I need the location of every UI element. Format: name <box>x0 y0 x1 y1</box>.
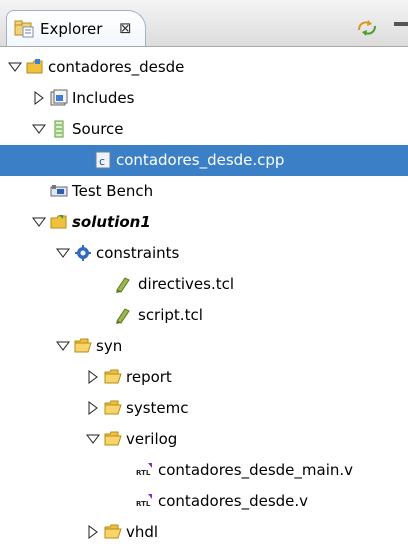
svg-text:RTL: RTL <box>136 469 151 477</box>
tree-item-label: report <box>126 368 172 386</box>
tree-item-test-bench[interactable]: Test Bench <box>0 176 408 207</box>
tree-item-verilog-main[interactable]: RTL contadores_desde_main.v <box>0 455 408 486</box>
tree-item-includes[interactable]: Includes <box>0 83 408 114</box>
chevron-down-icon[interactable] <box>56 339 70 353</box>
tree-item-script[interactable]: script.tcl <box>0 300 408 331</box>
tree-item-label: verilog <box>126 430 178 448</box>
chevron-right-icon[interactable] <box>86 401 100 415</box>
tree-item-label: contadores_desde_main.v <box>158 461 354 479</box>
chevron-down-icon[interactable] <box>56 246 70 260</box>
tree-item-label: constraints <box>96 244 180 262</box>
tree-item-project[interactable]: contadores_desde <box>0 52 408 83</box>
explorer-panel: Explorer ⊠ contadores_desde Includes Sou… <box>0 0 408 555</box>
tree-item-label: solution1 <box>72 213 151 231</box>
tree-item-label: systemc <box>126 399 189 417</box>
tree-item-label: vhdl <box>126 523 159 541</box>
tree-item-verilog-file[interactable]: RTL contadores_desde.v <box>0 486 408 517</box>
tree-item-solution[interactable]: solution1 <box>0 207 408 238</box>
tree-item-report[interactable]: report <box>0 362 408 393</box>
view-tab-bar: Explorer ⊠ <box>0 0 408 47</box>
explorer-icon <box>14 20 34 38</box>
tree-item-label: contadores_desde <box>48 58 185 76</box>
folder-open-icon <box>104 369 122 384</box>
svg-text:c: c <box>99 155 105 168</box>
chevron-right-icon[interactable] <box>86 370 100 384</box>
tcl-script-icon <box>116 308 130 324</box>
sync-icon[interactable] <box>355 18 379 38</box>
svg-text:RTL: RTL <box>136 500 151 508</box>
explorer-tab[interactable]: Explorer ⊠ <box>6 10 146 46</box>
chevron-right-icon[interactable] <box>32 91 46 105</box>
gear-icon <box>75 245 91 261</box>
project-folder-icon <box>26 59 43 74</box>
rtl-file-icon: RTL <box>136 494 152 508</box>
tree-item-systemc[interactable]: systemc <box>0 393 408 424</box>
chevron-right-icon[interactable] <box>86 525 100 539</box>
solution-folder-icon <box>50 215 67 229</box>
explorer-tab-title: Explorer <box>40 20 103 38</box>
tree-item-source-file[interactable]: c contadores_desde.cpp <box>0 145 408 176</box>
cpp-file-icon: c <box>95 151 111 169</box>
tree-item-label: Test Bench <box>72 182 154 200</box>
close-icon[interactable]: ⊠ <box>119 19 132 37</box>
minimize-icon[interactable] <box>394 22 408 26</box>
tree-item-syn[interactable]: syn <box>0 331 408 362</box>
tree-item-label: directives.tcl <box>138 275 235 293</box>
tree-item-label: contadores_desde.cpp <box>116 151 285 169</box>
rtl-file-icon: RTL <box>136 463 152 477</box>
tree-item-constraints[interactable]: constraints <box>0 238 408 269</box>
chevron-down-icon[interactable] <box>32 122 46 136</box>
tree-item-label: script.tcl <box>138 306 203 324</box>
tree-item-vhdl[interactable]: vhdl <box>0 517 408 548</box>
folder-open-icon <box>104 431 122 446</box>
tree-item-verilog[interactable]: verilog <box>0 424 408 455</box>
tree-item-label: Source <box>72 120 124 138</box>
folder-open-icon <box>74 338 92 353</box>
tree-item-label: contadores_desde.v <box>158 492 309 510</box>
folder-open-icon <box>104 524 122 539</box>
source-icon <box>54 120 64 138</box>
chevron-down-icon[interactable] <box>86 432 100 446</box>
tree-item-source[interactable]: Source <box>0 114 408 145</box>
chevron-down-icon[interactable] <box>8 60 22 74</box>
tree-item-label: Includes <box>72 89 135 107</box>
chevron-down-icon[interactable] <box>32 215 46 229</box>
tcl-script-icon <box>116 277 130 293</box>
tree-item-directives[interactable]: directives.tcl <box>0 269 408 300</box>
includes-icon <box>50 89 68 106</box>
test-bench-icon <box>50 185 68 197</box>
folder-open-icon <box>104 400 122 415</box>
tree-item-label: syn <box>96 337 123 355</box>
